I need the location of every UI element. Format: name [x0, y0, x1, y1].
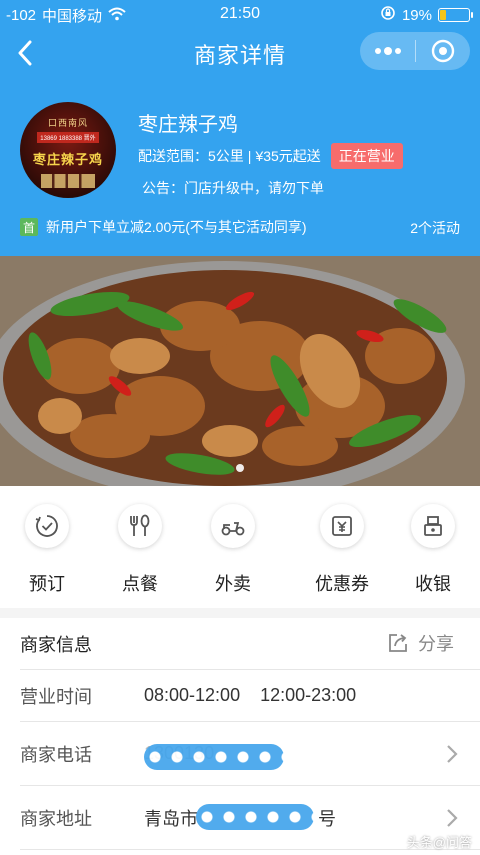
chevron-right-icon	[447, 809, 458, 827]
min-order: ¥35元起送	[255, 148, 321, 164]
action-label: 收银	[415, 574, 451, 594]
clock-check-icon	[25, 504, 69, 548]
address-start: 青岛市	[144, 808, 198, 829]
action-order[interactable]: 点餐	[100, 504, 180, 596]
promo-count[interactable]: 2个活动	[410, 218, 460, 238]
quick-actions: 预订 点餐 外卖 优惠券 收银	[0, 486, 480, 608]
promo-tag: 首	[20, 218, 38, 236]
shop-name: 枣庄辣子鸡	[138, 114, 238, 136]
scooter-icon	[211, 504, 255, 548]
promo-text: 新用户下单立减2.00元(不与其它活动同享)	[46, 219, 307, 235]
phone-row[interactable]: 商家电话 1300130	[20, 722, 480, 786]
address-end: 号	[318, 808, 336, 829]
delivery-range: 配送范围：5公里	[138, 148, 244, 164]
battery-fill	[440, 10, 446, 20]
logo-sign-top: 口西南风	[47, 118, 88, 128]
food-banner-image[interactable]	[0, 256, 480, 486]
action-delivery[interactable]: 外卖	[193, 504, 273, 596]
watermark: 头条@问答	[406, 835, 472, 850]
battery-icon	[438, 8, 473, 22]
status-badge: 正在营业	[330, 143, 403, 169]
more-dots-icon	[374, 47, 401, 55]
info-header: 商家信息 分享	[20, 618, 480, 670]
share-icon	[389, 634, 407, 652]
section-title: 商家信息	[20, 634, 92, 655]
logo-sign-main: 枣庄辣子鸡	[32, 152, 103, 167]
navbar: 商家详情	[0, 28, 480, 78]
rotation-lock-icon	[380, 5, 396, 25]
status-bar: -102 中国移动 21:50 19%	[0, 0, 480, 28]
hours-value-2: 12:00-23:00	[260, 685, 357, 705]
action-label: 点餐	[122, 574, 158, 594]
chevron-right-icon	[447, 745, 458, 763]
address-label: 商家地址	[20, 808, 92, 829]
promo-bar[interactable]: 首 新用户下单立减2.00元(不与其它活动同享) 2个活动	[20, 216, 470, 238]
logo-storefront	[41, 174, 95, 188]
share-button[interactable]: 分享	[386, 630, 454, 656]
phone-label: 商家电话	[20, 744, 92, 765]
target-icon	[431, 39, 455, 63]
shop-header: -102 中国移动 21:50 19% 商家详情 口西南风 13869 1883…	[0, 0, 480, 256]
action-label: 优惠券	[315, 574, 369, 594]
meta-separator: |	[247, 148, 252, 164]
more-button[interactable]	[360, 32, 415, 70]
share-label: 分享	[418, 634, 454, 654]
action-cashier[interactable]: 收银	[393, 504, 473, 596]
shop-info-section: 商家信息 分享 营业时间 08:00-12:00 12:00-23:00 商家电…	[0, 618, 480, 855]
action-coupon[interactable]: 优惠券	[292, 504, 392, 596]
hours-row: 营业时间 08:00-12:00 12:00-23:00	[20, 670, 480, 722]
hours-label: 营业时间	[20, 686, 92, 707]
miniprogram-capsule	[360, 32, 470, 70]
action-label: 预订	[29, 574, 65, 594]
action-label: 外卖	[215, 574, 251, 594]
coupon-icon	[320, 504, 364, 548]
action-reserve[interactable]: 预订	[7, 504, 87, 596]
shop-meta: 配送范围：5公里 | ¥35元起送 正在营业	[138, 143, 403, 169]
hours-value-1: 08:00-12:00	[144, 685, 241, 705]
logo-phone: 13869 1883388 晋外	[37, 132, 99, 143]
fork-spoon-icon	[118, 504, 162, 548]
shop-logo: 口西南风 13869 1883388 晋外 枣庄辣子鸡	[20, 102, 116, 198]
close-miniprogram-button[interactable]	[416, 32, 470, 70]
redaction-scribble	[144, 744, 284, 770]
shop-notice: 公告：门店升级中，请勿下单	[142, 180, 324, 196]
redaction-scribble	[196, 804, 314, 830]
battery-percent: 19%	[401, 6, 432, 24]
cashier-icon	[411, 504, 455, 548]
